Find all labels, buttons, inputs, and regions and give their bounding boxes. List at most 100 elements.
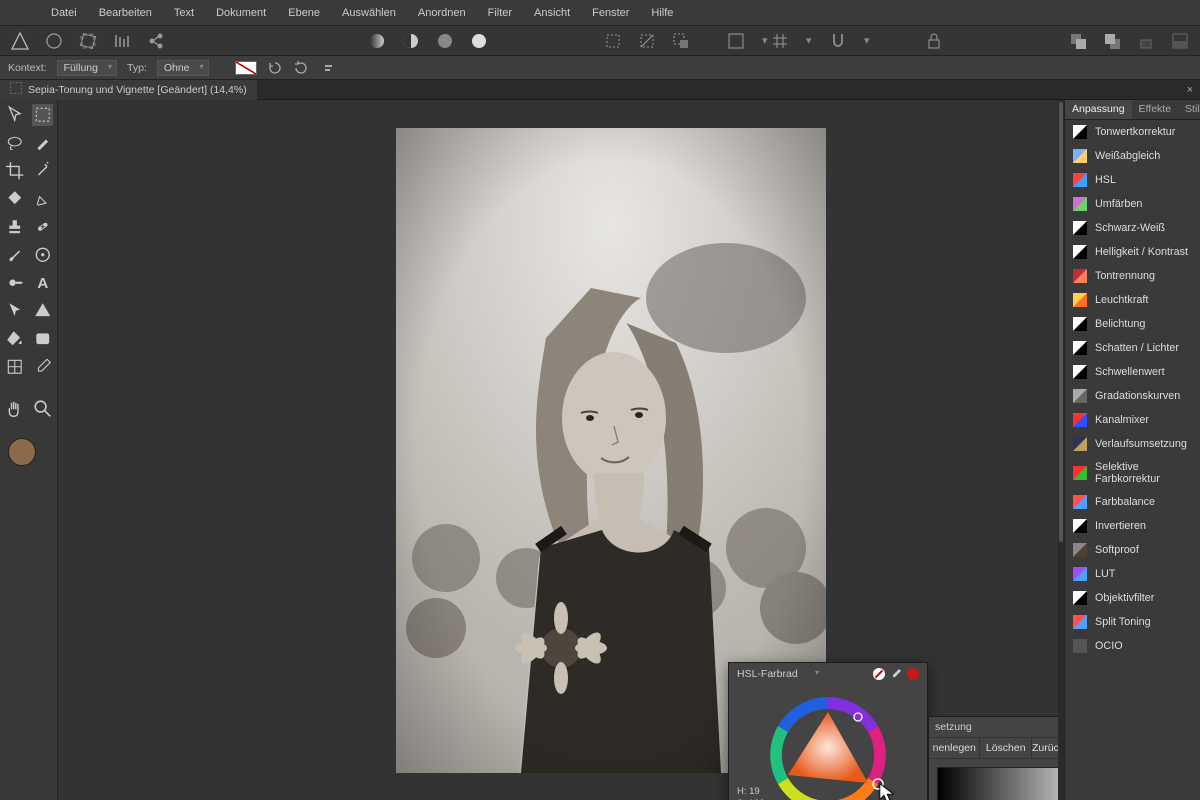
hand-tool[interactable]: [4, 398, 26, 420]
adjustment-item[interactable]: Schwarz-Weiß: [1065, 216, 1200, 240]
adjustment-item[interactable]: Belichtung: [1065, 312, 1200, 336]
lock-ui-icon[interactable]: [1136, 31, 1156, 51]
adjustment-item[interactable]: Softproof: [1065, 538, 1200, 562]
adjustment-item[interactable]: Tonwertkorrektur: [1065, 120, 1200, 144]
hsl-wheel[interactable]: H: 19 S: 100 L: 5: [729, 685, 927, 800]
menu-datei[interactable]: Datei: [40, 7, 88, 19]
menu-hilfe[interactable]: Hilfe: [640, 7, 684, 19]
persona-develop-icon[interactable]: [78, 31, 98, 51]
rect-tool[interactable]: [32, 328, 54, 350]
menu-anordnen[interactable]: Anordnen: [407, 7, 477, 19]
adjustment-item[interactable]: Verlaufsumsetzung: [1065, 432, 1200, 456]
context-dropdown[interactable]: Füllung: [57, 60, 117, 76]
canvas[interactable]: HSL-Farbrad: [58, 100, 1064, 800]
dodge-tool[interactable]: [4, 272, 26, 294]
menu-auswählen[interactable]: Auswählen: [331, 7, 407, 19]
document-tab[interactable]: Sepia-Tonung und Vignette [Geändert] (14…: [0, 80, 257, 100]
shape-tool[interactable]: [32, 300, 54, 322]
selection-tool[interactable]: [32, 104, 54, 126]
current-color-swatch[interactable]: [907, 668, 919, 680]
soft-circle-icon[interactable]: [435, 31, 455, 51]
dropdown-caret-icon[interactable]: ▾: [862, 31, 872, 51]
menu-fenster[interactable]: Fenster: [581, 7, 640, 19]
adjustment-item[interactable]: Selektive Farbkorrektur: [1065, 456, 1200, 490]
eyedropper-icon[interactable]: [890, 668, 902, 680]
menu-text[interactable]: Text: [163, 7, 205, 19]
dialog-button[interactable]: nenlegen: [929, 738, 980, 758]
move-tool[interactable]: [4, 104, 26, 126]
adjustment-item[interactable]: Schatten / Lichter: [1065, 336, 1200, 360]
adjustment-dialog[interactable]: setzung × nenlegenLöschenZurücksetzen Ei…: [928, 716, 1064, 800]
color-picker-panel[interactable]: HSL-Farbrad: [728, 662, 928, 800]
adjustment-item[interactable]: Schwellenwert: [1065, 360, 1200, 384]
quickmask-icon[interactable]: [726, 31, 746, 51]
persona-liquify-icon[interactable]: [44, 31, 64, 51]
color-mode-dropdown[interactable]: HSL-Farbrad: [737, 668, 868, 680]
picker-tool[interactable]: [32, 356, 54, 378]
adjustment-item[interactable]: Split Toning: [1065, 610, 1200, 634]
persona-export-icon[interactable]: [146, 31, 166, 51]
adjustment-item[interactable]: Invertieren: [1065, 514, 1200, 538]
pen-tool[interactable]: [32, 188, 54, 210]
rotate-icon[interactable]: [293, 60, 309, 76]
erase-tool[interactable]: [32, 244, 54, 266]
adjustment-item[interactable]: Tontrennung: [1065, 264, 1200, 288]
selection-refine-icon[interactable]: [671, 31, 691, 51]
reset-icon[interactable]: [267, 60, 283, 76]
menu-filter[interactable]: Filter: [477, 7, 523, 19]
persona-photo-icon[interactable]: [10, 31, 30, 51]
solid-circle-icon[interactable]: [469, 31, 489, 51]
node-tool[interactable]: [4, 300, 26, 322]
adjustment-item[interactable]: Farbbalance: [1065, 490, 1200, 514]
half-circle-icon[interactable]: [401, 31, 421, 51]
type-dropdown[interactable]: Ohne: [157, 60, 209, 76]
close-tab-button[interactable]: ×: [1180, 84, 1200, 96]
adjustment-item[interactable]: OCIO: [1065, 634, 1200, 658]
right-scrollbar[interactable]: [1058, 100, 1064, 800]
dialog-button[interactable]: Löschen: [980, 738, 1031, 758]
foreground-color-well[interactable]: [8, 438, 36, 466]
selection-diag-icon[interactable]: [637, 31, 657, 51]
adjustment-item[interactable]: Leuchtkraft: [1065, 288, 1200, 312]
mesh-tool[interactable]: [4, 356, 26, 378]
adjustment-item[interactable]: Weißabgleich: [1065, 144, 1200, 168]
menu-ebene[interactable]: Ebene: [277, 7, 331, 19]
adjustment-item[interactable]: HSL: [1065, 168, 1200, 192]
adjustment-item[interactable]: Umfärben: [1065, 192, 1200, 216]
grid-icon[interactable]: [770, 31, 790, 51]
adjustment-item[interactable]: Objektivfilter: [1065, 586, 1200, 610]
zoom-tool[interactable]: [32, 398, 54, 420]
clip-front-icon[interactable]: [1068, 31, 1088, 51]
bucket-tool[interactable]: [4, 328, 26, 350]
crop-tool[interactable]: [4, 160, 26, 182]
brush-selection-tool[interactable]: [32, 132, 54, 154]
dropdown-caret-icon[interactable]: ▾: [804, 31, 814, 51]
lasso-tool[interactable]: [4, 132, 26, 154]
gradient-strip[interactable]: [937, 767, 1064, 800]
menu-bearbeiten[interactable]: Bearbeiten: [88, 7, 163, 19]
wand-tool[interactable]: [32, 160, 54, 182]
persona-tone-icon[interactable]: [112, 31, 132, 51]
fill-swatch-none[interactable]: [235, 61, 257, 75]
menu-ansicht[interactable]: Ansicht: [523, 7, 581, 19]
stamp-tool[interactable]: [4, 216, 26, 238]
align-icon[interactable]: [319, 60, 335, 76]
gradient-mask-icon[interactable]: [367, 31, 387, 51]
heal-tool[interactable]: [32, 216, 54, 238]
menu-dokument[interactable]: Dokument: [205, 7, 277, 19]
flood-fill-tool[interactable]: [4, 188, 26, 210]
panel-tab-anpassung[interactable]: Anpassung: [1065, 100, 1132, 119]
lock-icon[interactable]: [924, 31, 944, 51]
none-swatch-icon[interactable]: [873, 668, 885, 680]
panel-tab-effekte[interactable]: Effekte: [1132, 100, 1179, 119]
adjustment-item[interactable]: Kanalmixer: [1065, 408, 1200, 432]
adjustment-item[interactable]: Gradationskurven: [1065, 384, 1200, 408]
paint-brush-tool[interactable]: [4, 244, 26, 266]
dropdown-caret-icon[interactable]: ▾: [760, 31, 770, 51]
panel-tab-stile[interactable]: Stile: [1178, 100, 1200, 119]
selection-rect-icon[interactable]: [603, 31, 623, 51]
adjustment-item[interactable]: Helligkeit / Kontrast: [1065, 240, 1200, 264]
adjustment-item[interactable]: LUT: [1065, 562, 1200, 586]
text-tool[interactable]: A: [32, 272, 54, 294]
clip-back-icon[interactable]: [1102, 31, 1122, 51]
